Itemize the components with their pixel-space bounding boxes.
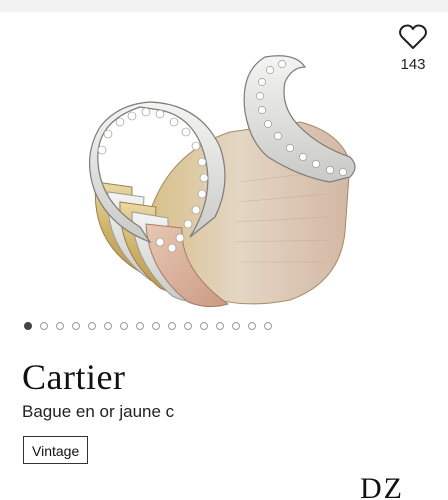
gallery-dot[interactable] [56, 322, 64, 330]
gallery-dot[interactable] [264, 322, 272, 330]
favorite-button[interactable]: 143 [392, 24, 434, 73]
gallery-dot[interactable] [168, 322, 176, 330]
gallery-dot[interactable] [136, 322, 144, 330]
gallery-dot[interactable] [184, 322, 192, 330]
gallery-dot[interactable] [120, 322, 128, 330]
gallery-dot[interactable] [104, 322, 112, 330]
product-title: Bague en or jaune c [22, 402, 175, 421]
product-image[interactable] [0, 12, 448, 314]
favorites-count: 143 [400, 56, 426, 73]
gallery-dot[interactable] [40, 322, 48, 330]
seller-logo: DZ [360, 474, 430, 500]
product-brand[interactable]: Cartier [22, 356, 125, 398]
gallery-dot[interactable] [216, 322, 224, 330]
gallery-dot[interactable] [72, 322, 80, 330]
seller-logo-text: DZ [360, 474, 404, 500]
gallery-dot[interactable] [248, 322, 256, 330]
vintage-badge[interactable]: Vintage [23, 436, 89, 464]
gallery-dot[interactable] [152, 322, 160, 330]
gallery-pagination [24, 322, 272, 330]
heart-outline-icon [399, 24, 427, 49]
gallery-dot[interactable] [88, 322, 96, 330]
gallery-dot[interactable] [200, 322, 208, 330]
gallery-dot[interactable] [24, 322, 32, 330]
gallery-dot[interactable] [232, 322, 240, 330]
